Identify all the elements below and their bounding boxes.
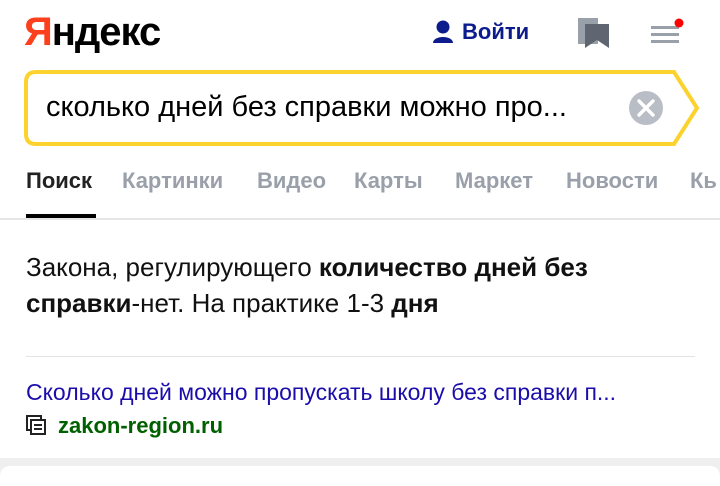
- collections-icon[interactable]: [577, 16, 611, 50]
- tab-news[interactable]: Новости: [566, 168, 658, 194]
- notification-dot: [674, 18, 684, 28]
- search-box[interactable]: сколько дней без справки можно про...: [24, 70, 700, 146]
- result-divider: [26, 356, 695, 357]
- menu-icon[interactable]: [651, 18, 685, 48]
- answer-snippet: Закона, регулирующего количество дней бе…: [26, 252, 588, 318]
- next-result-card: [0, 466, 720, 486]
- result-title-link[interactable]: Сколько дней можно пропускать школу без …: [26, 378, 696, 406]
- tab-market[interactable]: Маркет: [455, 168, 533, 194]
- tab-images[interactable]: Картинки: [122, 168, 223, 194]
- tab-more[interactable]: Кь: [690, 168, 717, 194]
- login-button[interactable]: Войти: [432, 16, 529, 48]
- header: Яндекс Войти: [0, 0, 720, 68]
- tab-video[interactable]: Видео: [257, 168, 326, 194]
- login-label: Войти: [462, 19, 530, 44]
- result-source[interactable]: zakon-region.ru: [26, 412, 223, 440]
- search-input[interactable]: сколько дней без справки можно про...: [46, 88, 621, 126]
- user-icon: [433, 20, 453, 43]
- clear-icon[interactable]: [628, 90, 664, 126]
- yandex-logo[interactable]: Яндекс: [24, 6, 161, 58]
- tab-maps[interactable]: Карты: [354, 168, 423, 194]
- tab-search[interactable]: Поиск: [26, 168, 92, 194]
- tabs-divider: [0, 218, 720, 220]
- result-domain: zakon-region.ru: [58, 413, 224, 438]
- search-tabs: Поиск Картинки Видео Карты Маркет Новост…: [0, 160, 720, 220]
- site-favicon-icon: [26, 415, 46, 435]
